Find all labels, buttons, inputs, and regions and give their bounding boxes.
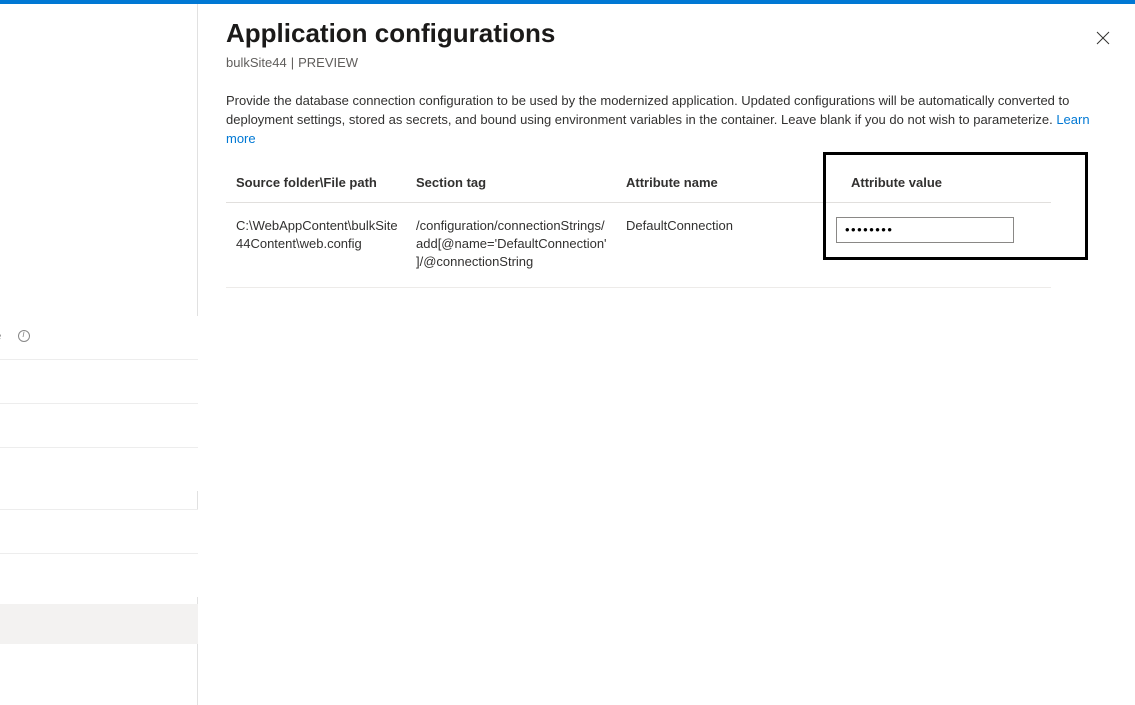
config-table: Source folder\File path Section tag Attr… [226, 175, 1107, 289]
table-row: C:\WebAppContent\bulkSite44Content\web.c… [226, 203, 1051, 289]
nav-row[interactable] [0, 447, 198, 491]
column-header-attribute-name: Attribute name [626, 175, 836, 190]
cell-attribute-name: DefaultConnection [626, 217, 836, 235]
left-nav-strip: e [0, 4, 198, 705]
close-icon [1096, 31, 1110, 45]
cell-attribute-value [836, 217, 1051, 243]
column-header-attribute-value: Attribute value [851, 175, 942, 190]
preview-tag: PREVIEW [298, 55, 358, 70]
nav-row[interactable] [0, 359, 198, 403]
nav-row[interactable] [0, 403, 198, 447]
description-text: Provide the database connection configur… [226, 92, 1107, 149]
nav-row[interactable] [0, 509, 198, 553]
nav-row-active[interactable] [0, 604, 198, 644]
close-button[interactable] [1089, 24, 1117, 52]
nav-row-partial[interactable]: e [0, 316, 198, 360]
cell-source-path: C:\WebAppContent\bulkSite44Content\web.c… [226, 217, 416, 253]
page-title: Application configurations [226, 18, 1107, 49]
info-icon[interactable] [18, 330, 30, 342]
page-subtitle: bulkSite44|PREVIEW [226, 55, 1107, 70]
cell-section-tag: /configuration/connectionStrings/add[@na… [416, 217, 626, 272]
attribute-value-input[interactable] [836, 217, 1014, 243]
nav-row[interactable] [0, 553, 198, 597]
resource-name: bulkSite44 [226, 55, 287, 70]
column-header-source-path: Source folder\File path [226, 175, 416, 190]
blade-panel: Application configurations bulkSite44|PR… [198, 4, 1135, 705]
column-header-section-tag: Section tag [416, 175, 626, 190]
